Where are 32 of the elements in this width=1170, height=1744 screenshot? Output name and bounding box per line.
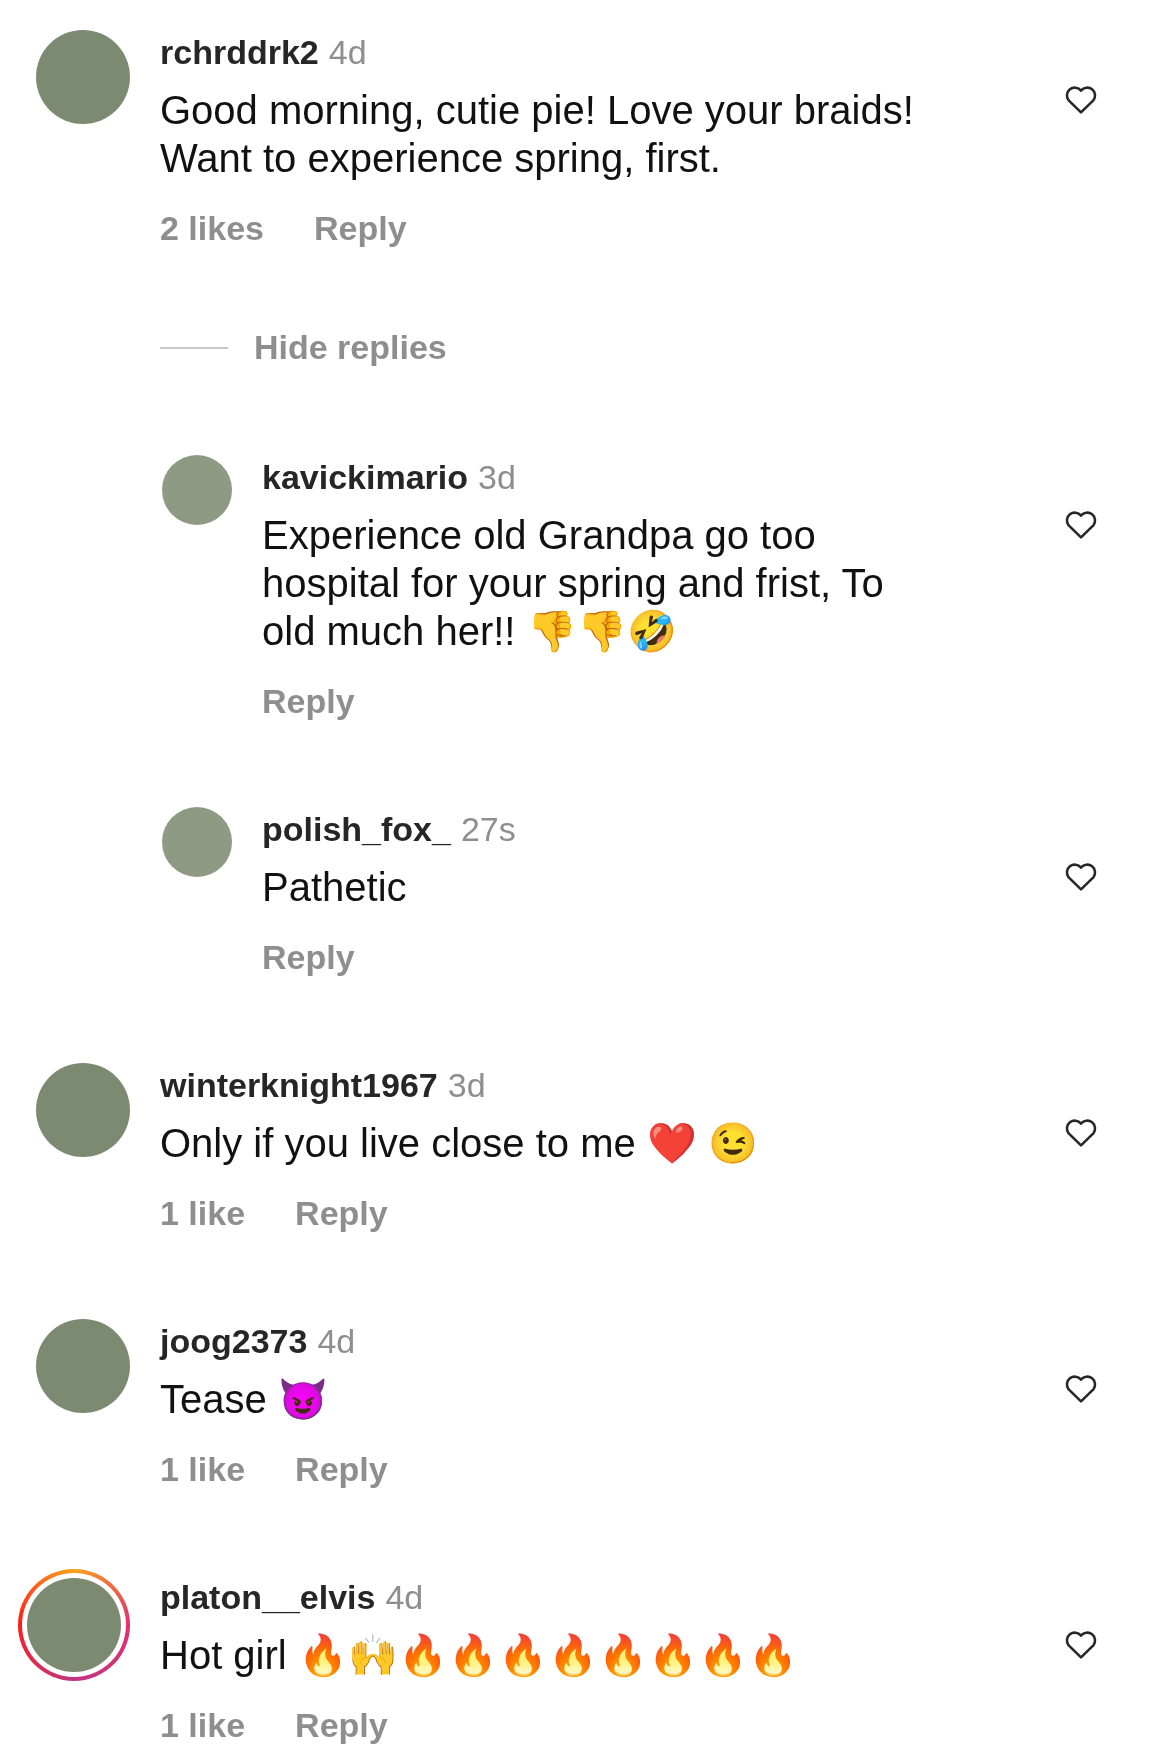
comment-text: Good morning, cutie pie! Love your braids!: [160, 87, 915, 134]
reply-link[interactable]: Reply: [262, 681, 355, 721]
timestamp: 3d: [478, 458, 516, 496]
timestamp: 4d: [317, 1322, 356, 1360]
likes-count[interactable]: 1 like: [160, 1193, 246, 1233]
likes-count[interactable]: 1 like: [160, 1449, 246, 1489]
username[interactable]: kavickimario: [262, 458, 469, 496]
timestamp: 4d: [328, 33, 367, 71]
username[interactable]: polish_fox_: [262, 810, 451, 848]
username[interactable]: rchrddrk2: [160, 33, 319, 71]
username[interactable]: platon__elvis: [160, 1578, 376, 1616]
hide-replies-link[interactable]: Hide replies: [254, 328, 447, 367]
timestamp: 27s: [460, 810, 516, 848]
comment-text: hospital for your spring and frist, To: [262, 560, 885, 607]
likes-count[interactable]: 2 likes: [160, 208, 264, 248]
reply-link[interactable]: Reply: [295, 1193, 388, 1233]
timestamp: 4d: [385, 1578, 424, 1616]
likes-count[interactable]: 1 like: [160, 1705, 246, 1744]
comment-text: Want to experience spring, first.: [160, 135, 722, 182]
reply-link[interactable]: Reply: [262, 937, 355, 977]
comment-text: Pathetic: [262, 864, 408, 911]
username[interactable]: joog2373: [160, 1322, 308, 1360]
comment-text: Tease 😈: [160, 1376, 329, 1423]
comment-text: Experience old Grandpa go too: [262, 512, 817, 559]
reply-link[interactable]: Reply: [295, 1449, 388, 1489]
reply-link[interactable]: Reply: [314, 208, 407, 248]
comment-text: old much her!! 👎👎🤣: [262, 608, 678, 655]
timestamp: 3d: [447, 1066, 486, 1104]
comment-text: Hot girl 🔥🙌🔥🔥🔥🔥🔥🔥🔥🔥: [160, 1632, 799, 1679]
comment-text: Only if you live close to me ❤ 😉: [160, 1120, 759, 1167]
reply-link[interactable]: Reply: [295, 1705, 388, 1744]
username[interactable]: winterknight1967: [160, 1066, 438, 1104]
